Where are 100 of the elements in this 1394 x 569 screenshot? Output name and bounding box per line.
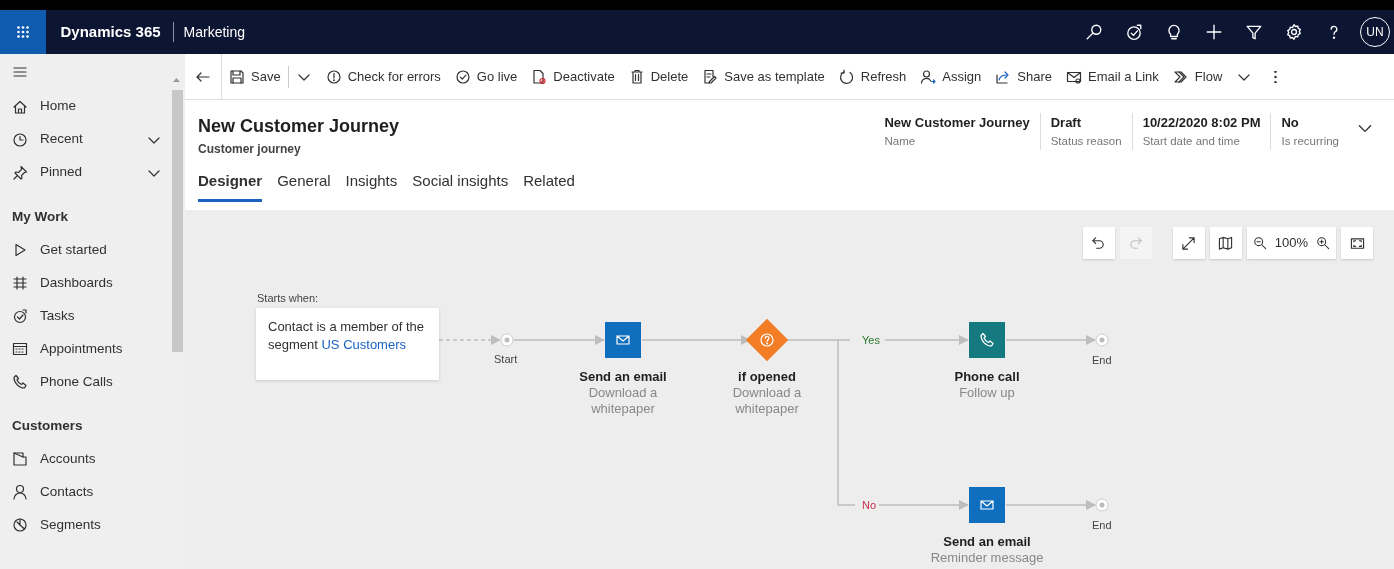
undo-button[interactable]	[1082, 227, 1115, 259]
map-icon	[1218, 235, 1234, 251]
section-heading: Customers	[11, 417, 84, 436]
tab[interactable]: Insights	[345, 170, 398, 202]
person-icon	[920, 68, 937, 85]
section-heading: My Work	[11, 208, 69, 226]
field-label: Status reason	[1050, 133, 1122, 149]
plus-icon	[1205, 23, 1223, 41]
command-button[interactable]: Go live	[447, 53, 525, 100]
segment-link[interactable]: US Customers	[321, 337, 406, 352]
dashboard-icon	[12, 274, 28, 291]
tab[interactable]: General	[277, 170, 331, 202]
tab[interactable]: Designer	[198, 170, 263, 202]
sidebar-item[interactable]: Home	[0, 90, 168, 123]
menu-icon	[12, 64, 28, 80]
command-button[interactable]: Check for errors	[318, 53, 448, 100]
lightbulb-icon	[1165, 23, 1183, 41]
filter-icon	[1245, 23, 1263, 41]
command-button[interactable]: Save	[222, 65, 289, 88]
app-launcher-button[interactable]	[0, 10, 46, 54]
end-label: End	[1092, 518, 1112, 533]
node-title: Phone call	[953, 369, 1021, 385]
node-title: Send an email	[942, 534, 1032, 550]
fullscreen-icon	[1349, 235, 1365, 251]
refresh-icon	[838, 68, 855, 85]
envelope-icon	[615, 332, 631, 348]
trigger-text: Contact is a member of the segment US Customers	[268, 319, 425, 352]
start-label: Start	[494, 352, 518, 367]
phone-icon	[12, 373, 28, 390]
question-icon	[759, 332, 775, 348]
redo-icon	[1128, 235, 1144, 251]
command-button[interactable]: Delete	[621, 53, 696, 100]
document-pencil-icon	[702, 68, 719, 85]
command-button[interactable]: Share	[988, 53, 1060, 100]
tab[interactable]: Related	[523, 170, 575, 202]
field-value: Draft	[1050, 114, 1083, 132]
command-button[interactable]: Flow	[1165, 53, 1230, 100]
floppy-disk-icon	[229, 68, 245, 85]
document-icon	[531, 68, 548, 85]
sidebar-item[interactable]: Accounts	[0, 442, 168, 476]
phone-node[interactable]	[969, 322, 1005, 358]
field-value: No	[1281, 114, 1300, 132]
exclamation-circle-icon	[325, 68, 342, 85]
app-title: Dynamics 365	[52, 22, 174, 42]
expand-icon	[1181, 235, 1197, 251]
home-icon	[12, 98, 28, 115]
sidebar-item[interactable]: Get started	[0, 233, 168, 267]
check-circle-icon	[454, 68, 471, 85]
play-icon	[12, 241, 28, 258]
sidebar-item[interactable]: Phone Calls	[0, 365, 168, 399]
task-check-icon	[12, 307, 28, 324]
trigger-card[interactable]: Contact is a member of the segment US Customers	[256, 308, 439, 380]
handset-icon	[979, 332, 995, 348]
fit-button[interactable]	[1172, 227, 1205, 259]
tab[interactable]: Social insights	[412, 170, 509, 202]
endpoint-marker	[1095, 333, 1109, 347]
command-button[interactable]: Save as template	[695, 53, 832, 100]
email-node[interactable]	[605, 322, 641, 358]
clock-icon	[12, 131, 28, 148]
sidebar-item[interactable]: Recent	[0, 123, 168, 156]
field-label: Start date and time	[1142, 133, 1241, 149]
field-label: Is recurring	[1281, 133, 1339, 149]
command-button[interactable]: Deactivate	[524, 53, 622, 100]
task-check-icon	[1125, 23, 1143, 41]
fullscreen-button[interactable]	[1341, 227, 1373, 259]
zoom-in-icon	[1316, 236, 1330, 250]
command-button[interactable]: Assign	[913, 53, 989, 100]
map-button[interactable]	[1209, 227, 1242, 259]
node-subtitle: Download a whitepaper	[587, 385, 659, 417]
sidebar-item[interactable]: Dashboards	[0, 266, 168, 300]
command-button[interactable]: Email a Link	[1059, 53, 1166, 100]
endpoint-marker	[500, 333, 514, 347]
email-node[interactable]	[969, 487, 1005, 523]
sidebar-item[interactable]: Appointments	[0, 332, 168, 366]
record-type: Customer journey	[198, 141, 302, 158]
pin-icon	[12, 164, 28, 181]
connector-arrow	[438, 335, 501, 345]
node-subtitle: Reminder message	[929, 550, 1045, 566]
field-label: Name	[884, 133, 917, 149]
sidebar-item[interactable]: Tasks	[0, 299, 168, 333]
scrollbar-thumb[interactable]	[172, 90, 183, 352]
settings-icon	[1285, 23, 1303, 41]
zoom-control[interactable]: 100%	[1246, 227, 1336, 259]
sidebar-item[interactable]: Segments	[0, 508, 168, 542]
search-icon	[1085, 23, 1103, 41]
node-title: Send an email	[578, 369, 668, 385]
calendar-icon	[12, 340, 28, 357]
endpoint-marker	[1095, 498, 1109, 512]
node-subtitle: Follow up	[958, 385, 1016, 401]
sidebar-item[interactable]: Pinned	[0, 156, 168, 189]
command-button[interactable]: Refresh	[831, 53, 914, 100]
app-area-name: Marketing	[182, 22, 246, 42]
scroll-up-icon	[173, 78, 180, 82]
person-icon	[12, 484, 28, 500]
undo-icon	[1091, 235, 1107, 251]
waffle-icon	[14, 23, 32, 41]
envelope-icon	[979, 497, 995, 513]
sidebar-item[interactable]: Contacts	[0, 475, 168, 509]
record-title: New Customer Journey	[198, 115, 401, 138]
zoom-out-icon	[1252, 236, 1267, 250]
